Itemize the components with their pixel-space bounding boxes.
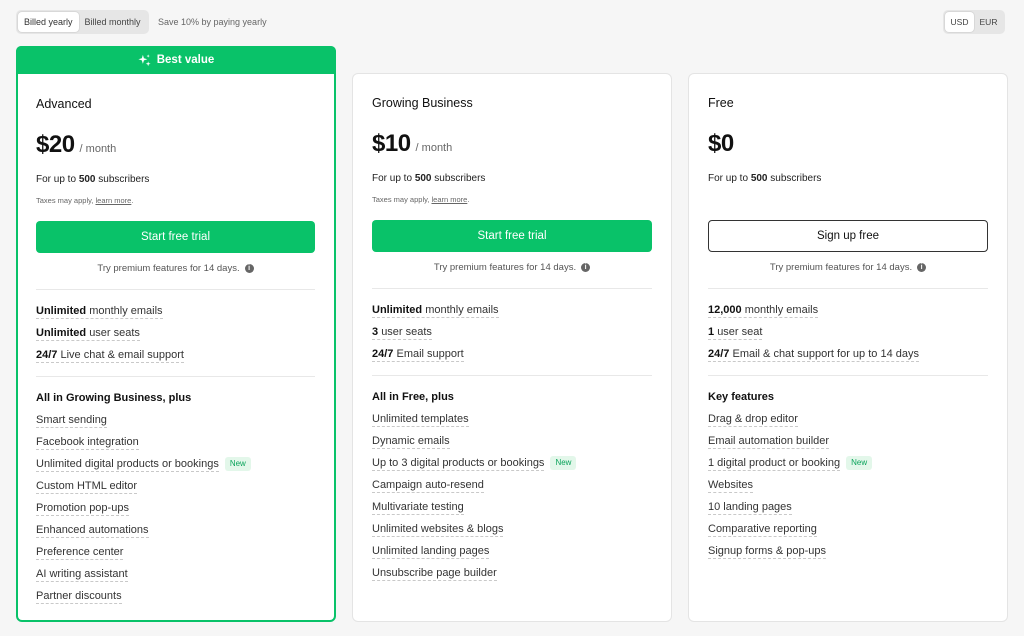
feature-item: Websites: [708, 478, 754, 493]
limits-list: Unlimited monthly emails 3 user seats 24…: [372, 299, 652, 365]
billing-period-toggle[interactable]: Billed yearly Billed monthly: [16, 10, 149, 34]
trial-note: Try premium features for 14 days. i: [708, 262, 988, 273]
feature-item: AI writing assistant: [36, 567, 128, 582]
feature-item: Email automation builder: [708, 434, 830, 449]
info-icon[interactable]: i: [917, 263, 927, 272]
plan-name: Free: [708, 96, 734, 110]
limit-item: 12,000 monthly emails: [708, 303, 819, 318]
feature-item: Custom HTML editor: [36, 479, 138, 494]
feature-item: Unlimited digital products or bookings Ne…: [36, 453, 315, 475]
plan-price: $20: [36, 131, 75, 158]
plan-name: Advanced: [36, 97, 92, 111]
plan-name: Growing Business: [372, 96, 473, 110]
feature-item: Unlimited websites & blogs: [372, 522, 504, 537]
limit-item: 24/7 Email & chat support for up to 14 d…: [708, 347, 919, 362]
limit-item: 24/7 Live chat & email support: [36, 348, 184, 363]
feature-item: Smart sending: [36, 413, 107, 428]
currency-toggle[interactable]: USD EUR: [943, 10, 1005, 34]
subscriber-limit: For up to 500 subscribers: [708, 173, 822, 184]
price-period: / month: [79, 143, 117, 155]
learn-more-link[interactable]: learn more: [95, 196, 131, 205]
info-icon[interactable]: i: [244, 264, 254, 273]
sparkle-icon: [138, 53, 151, 66]
divider: [708, 288, 988, 289]
feature-item: 10 landing pages: [708, 500, 792, 515]
features-title: Key features: [708, 391, 775, 403]
feature-item: 1 digital product or booking New: [708, 452, 988, 474]
feature-item: Preference center: [36, 545, 124, 560]
yearly-savings-note: Save 10% by paying yearly: [158, 17, 267, 27]
divider: [372, 288, 652, 289]
feature-item: Drag & drop editor: [708, 412, 798, 427]
feature-item: Unsubscribe page builder: [372, 566, 497, 581]
tax-note: Taxes may apply, learn more.: [372, 195, 470, 204]
new-badge: New: [550, 456, 577, 470]
feature-item: Signup forms & pop-ups: [708, 544, 827, 559]
feature-item: Multivariate testing: [372, 500, 464, 515]
new-badge: New: [846, 456, 873, 470]
plan-card-advanced: Best value Advanced $20 / month For up t…: [16, 46, 336, 622]
feature-item: Unlimited templates: [372, 412, 469, 427]
features-title: All in Growing Business, plus: [36, 392, 192, 404]
divider: [36, 376, 315, 377]
limit-item: 1 user seat: [708, 325, 763, 340]
plan-price: $0: [708, 130, 734, 157]
plan-card-growing-business: Growing Business $10 / month For up to 5…: [352, 73, 672, 622]
feature-item: Unlimited landing pages: [372, 544, 490, 559]
divider: [372, 375, 652, 376]
feature-item: Up to 3 digital products or bookings New: [372, 452, 652, 474]
divider: [36, 289, 315, 290]
limits-list: Unlimited monthly emails Unlimited user …: [36, 300, 315, 366]
tax-note: Taxes may apply, learn more.: [36, 196, 134, 205]
new-badge: New: [224, 457, 251, 471]
info-icon[interactable]: i: [581, 263, 591, 272]
best-value-label: Best value: [156, 54, 215, 66]
limit-item: 3 user seats: [372, 325, 432, 340]
billed-monthly-option[interactable]: Billed monthly: [79, 12, 147, 32]
features-list: Unlimited templates Dynamic emails Up to…: [372, 408, 652, 584]
feature-item: Enhanced automations: [36, 523, 149, 538]
price-period: / month: [415, 142, 453, 154]
best-value-ribbon: Best value: [16, 46, 336, 74]
limits-list: 12,000 monthly emails 1 user seat 24/7 E…: [708, 299, 988, 365]
feature-item: Campaign auto-resend: [372, 478, 484, 493]
subscriber-limit: For up to 500 subscribers: [372, 173, 486, 184]
features-title: All in Free, plus: [372, 391, 454, 403]
currency-usd-option[interactable]: USD: [945, 12, 974, 32]
feature-item: Comparative reporting: [708, 522, 817, 537]
features-list: Drag & drop editor Email automation buil…: [708, 408, 988, 562]
trial-note: Try premium features for 14 days. i: [372, 262, 652, 273]
trial-note: Try premium features for 14 days. i: [36, 263, 315, 274]
limit-item: 24/7 Email support: [372, 347, 464, 362]
limit-item: Unlimited user seats: [36, 326, 140, 341]
limit-item: Unlimited monthly emails: [372, 303, 499, 318]
feature-item: Partner discounts: [36, 589, 122, 604]
start-free-trial-button[interactable]: Start free trial: [372, 220, 652, 252]
features-list: Smart sending Facebook integration Unlim…: [36, 409, 315, 607]
feature-item: Facebook integration: [36, 435, 139, 450]
learn-more-link[interactable]: learn more: [431, 195, 467, 204]
feature-item: Dynamic emails: [372, 434, 450, 449]
billed-yearly-option[interactable]: Billed yearly: [18, 12, 79, 32]
plan-price: $10: [372, 130, 411, 157]
sign-up-free-button[interactable]: Sign up free: [708, 220, 988, 252]
currency-eur-option[interactable]: EUR: [974, 12, 1003, 32]
start-free-trial-button[interactable]: Start free trial: [36, 221, 315, 253]
divider: [708, 375, 988, 376]
plan-card-free: Free $0 For up to 500 subscribers Sign u…: [688, 73, 1008, 622]
feature-item: Promotion pop-ups: [36, 501, 129, 516]
limit-item: Unlimited monthly emails: [36, 304, 163, 319]
subscriber-limit: For up to 500 subscribers: [36, 174, 150, 185]
